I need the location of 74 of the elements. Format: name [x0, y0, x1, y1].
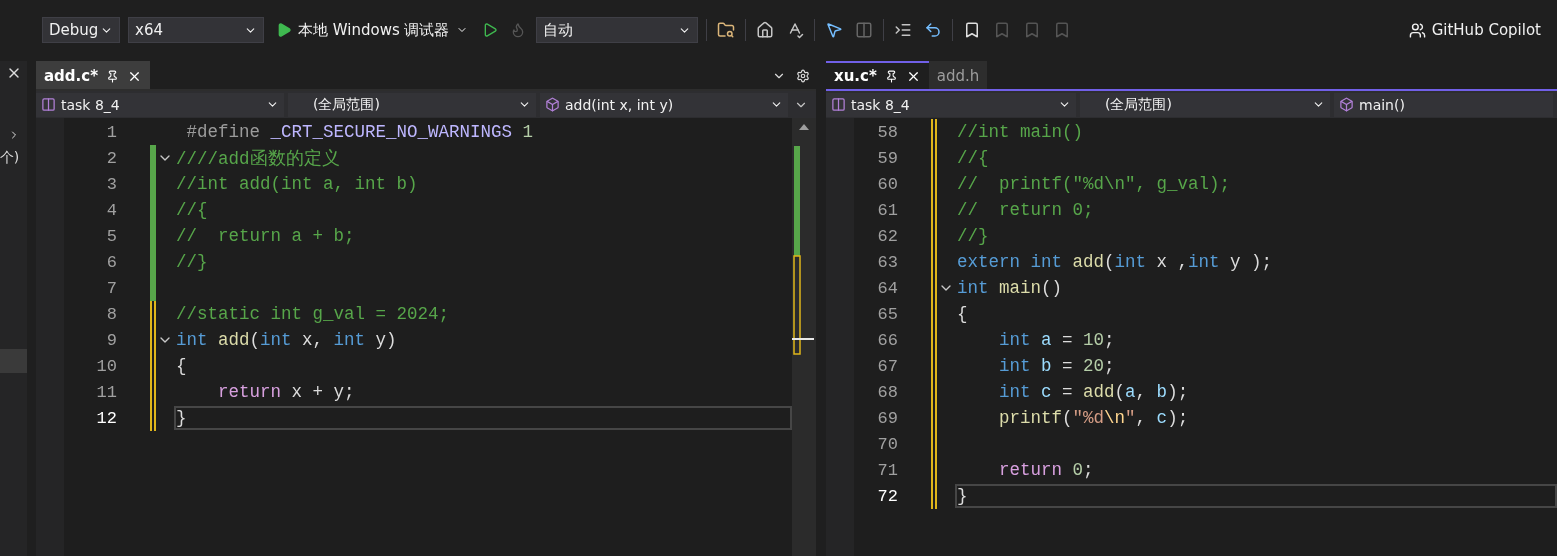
people-icon	[1408, 21, 1426, 39]
scope-dropdown[interactable]: (全局范围)	[288, 92, 536, 117]
line-number: 67	[876, 356, 898, 376]
line-number: 10	[95, 356, 117, 376]
code-line: int c = add(a, b);	[998, 381, 1190, 404]
line-number: 62	[876, 226, 898, 246]
code-line: int a = 10;	[998, 329, 1116, 352]
member-dropdown[interactable]: add(int x, int y)	[540, 92, 788, 117]
line-number: 8	[105, 304, 117, 324]
line-number: 11	[95, 382, 117, 402]
code-line: //static int g_val = 2024;	[175, 303, 451, 326]
play-icon	[276, 22, 292, 39]
member-dropdown[interactable]: main()	[1334, 92, 1553, 117]
line-number: 64	[876, 278, 898, 298]
line-number: 63	[876, 252, 898, 272]
code-line: int b = 20;	[998, 355, 1116, 378]
cube-icon	[545, 97, 560, 112]
line-number: 2	[105, 148, 117, 168]
line-number: 1	[105, 122, 117, 142]
run-button[interactable]: 本地 Windows 调试器	[272, 20, 472, 40]
line-number: 60	[876, 174, 898, 194]
line-number: 9	[105, 330, 117, 350]
code-line: //{	[175, 199, 209, 222]
code-line: // return a + b;	[175, 225, 356, 248]
pin-icon[interactable]	[884, 69, 898, 83]
project-icon	[831, 97, 846, 112]
settings-icon[interactable]	[796, 69, 810, 83]
line-number: 65	[876, 304, 898, 324]
code-line: ////add函数的定义	[175, 148, 341, 170]
project-icon	[41, 97, 56, 112]
code-line: // return 0;	[956, 199, 1095, 222]
line-number: 5	[105, 226, 117, 246]
code-line: int add(int x, int y)	[175, 329, 398, 352]
line-number: 68	[876, 382, 898, 402]
code-line: return 0;	[998, 459, 1095, 482]
code-line: //}	[175, 251, 209, 274]
code-line: printf("%d\n", c);	[998, 407, 1190, 430]
project-dropdown[interactable]: task 8_4	[36, 92, 284, 117]
scope-dropdown[interactable]: (全局范围)	[1080, 92, 1330, 117]
line-number: 69	[876, 408, 898, 428]
platform-dropdown[interactable]: x64	[128, 17, 264, 44]
line-number: 58	[876, 122, 898, 142]
cube-icon	[1339, 97, 1354, 112]
line-number: 7	[105, 278, 117, 298]
line-number: 59	[876, 148, 898, 168]
code-line: //}	[956, 225, 990, 248]
scrollbar-drawing[interactable]	[792, 118, 816, 556]
line-number: 72	[876, 486, 898, 506]
sidebar-text: 个)	[0, 149, 20, 167]
code-line: extern int add(int x ,int y );	[956, 251, 1274, 274]
code-line: {	[175, 355, 188, 378]
code-line: // printf("%d\n", g_val);	[956, 173, 1232, 196]
line-number: 71	[876, 460, 898, 480]
code-line: //int main()	[956, 121, 1085, 144]
line-number: 12	[95, 408, 117, 428]
file-tab[interactable]: add.c*	[36, 61, 151, 89]
project-dropdown[interactable]: task 8_4	[826, 92, 1076, 117]
line-number: 66	[876, 330, 898, 350]
code-line: //{	[956, 147, 990, 170]
line-number: 6	[105, 252, 117, 272]
code-line: #define _CRT_SECURE_NO_WARNINGS 1	[185, 121, 535, 144]
line-number: 70	[876, 434, 898, 454]
code-line: return x + y;	[217, 381, 356, 404]
line-number: 61	[876, 200, 898, 220]
code-line: //int add(int a, int b)	[175, 173, 419, 196]
configuration-dropdown[interactable]: Debug	[42, 17, 120, 44]
line-number: 4	[105, 200, 117, 220]
pin-icon[interactable]	[106, 69, 120, 83]
mode-dropdown[interactable]: 自动	[535, 17, 698, 44]
file-tab[interactable]: add.h	[928, 61, 988, 89]
line-number: 3	[105, 174, 117, 194]
code-line: int main()	[956, 277, 1064, 300]
copilot-button[interactable]: GitHub Copilot	[1402, 20, 1547, 41]
code-line: {	[956, 303, 969, 326]
